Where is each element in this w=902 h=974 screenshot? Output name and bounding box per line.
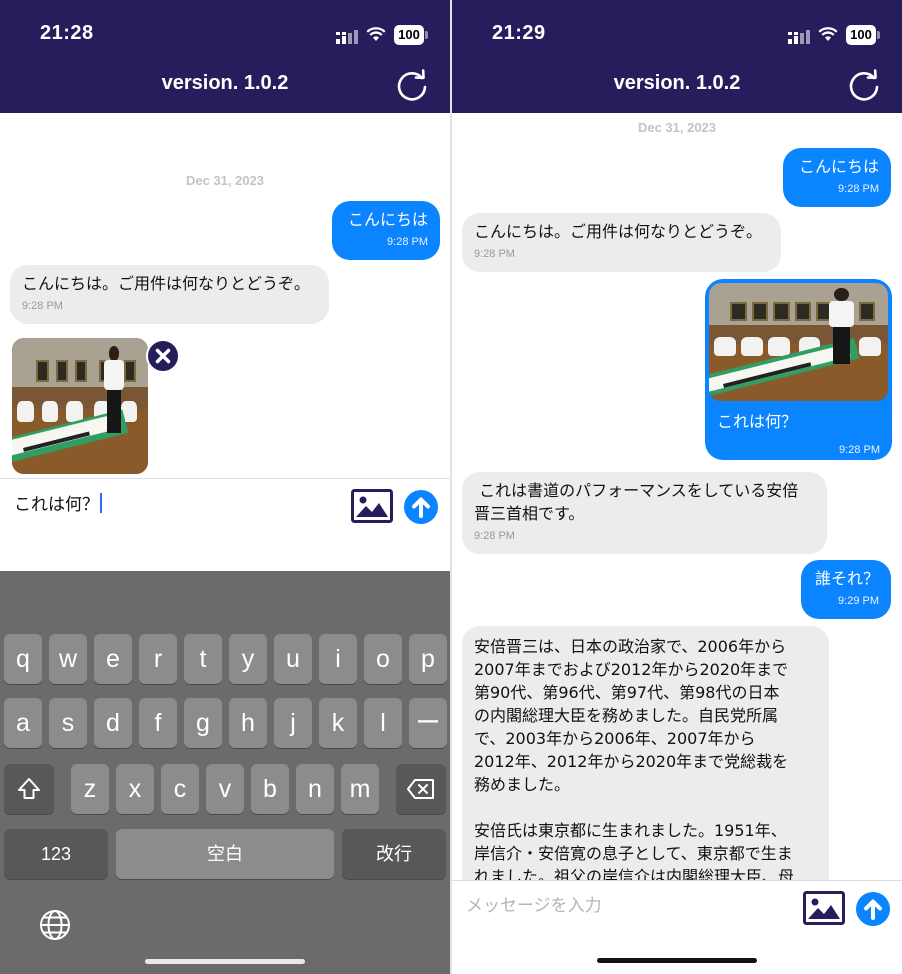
key-u[interactable]: u <box>274 634 312 684</box>
key-w[interactable]: w <box>49 634 87 684</box>
app-title: version. 1.0.2 <box>613 72 741 94</box>
message-text: 誰それ？ <box>814 569 879 588</box>
home-indicator <box>597 958 757 963</box>
remove-attachment-button[interactable] <box>146 339 180 373</box>
battery-level: 100 <box>846 25 876 45</box>
send-button[interactable] <box>856 892 890 926</box>
battery-tip <box>425 31 428 39</box>
key-t[interactable]: t <box>184 634 222 684</box>
app-title: version. 1.0.2 <box>161 72 289 94</box>
date-separator: Dec 31, 2023 <box>637 120 717 135</box>
key-a[interactable]: a <box>4 698 42 748</box>
keyboard: q w e r t y u i o p a s d f g h j k l ー … <box>0 571 450 974</box>
key-z[interactable]: z <box>71 764 109 814</box>
message-time: 9:28 PM <box>474 248 515 260</box>
globe-icon[interactable] <box>38 908 72 942</box>
sent-message-bubble: 誰それ？ 9:29 PM <box>801 560 891 619</box>
sent-image[interactable] <box>709 283 888 401</box>
key-long-vowel[interactable]: ー <box>409 698 447 748</box>
app-header: 21:29 100 version. 1.0.2 <box>452 0 902 113</box>
backspace-icon <box>407 779 434 799</box>
key-m[interactable]: m <box>341 764 379 814</box>
message-text: こんにちは。ご用件は何なりとどうぞ。 <box>474 222 763 241</box>
key-q[interactable]: q <box>4 634 42 684</box>
message-text: こんにちは。ご用件は何なりとどうぞ。 <box>22 274 311 293</box>
received-message-bubble: これは書道のパフォーマンスをしている安倍 晋三首相です。 9:28 PM <box>462 472 827 554</box>
key-d[interactable]: d <box>94 698 132 748</box>
message-time: 9:28 PM <box>839 444 880 456</box>
battery-indicator: 100 <box>846 25 880 45</box>
key-j[interactable]: j <box>274 698 312 748</box>
key-g[interactable]: g <box>184 698 222 748</box>
close-icon <box>155 348 171 364</box>
status-time: 21:28 <box>40 22 94 44</box>
numbers-key[interactable]: 123 <box>4 829 108 879</box>
key-b[interactable]: b <box>251 764 289 814</box>
wifi-icon <box>366 27 386 41</box>
wifi-icon <box>818 27 838 41</box>
key-c[interactable]: c <box>161 764 199 814</box>
message-input-value: これは何？ <box>14 495 99 515</box>
shift-key[interactable] <box>4 764 54 814</box>
cellular-signal-icon <box>788 30 810 44</box>
key-e[interactable]: e <box>94 634 132 684</box>
key-h[interactable]: h <box>229 698 267 748</box>
key-n[interactable]: n <box>296 764 334 814</box>
send-button[interactable] <box>404 490 438 524</box>
home-indicator <box>145 959 305 964</box>
image-picker-icon[interactable] <box>803 891 845 925</box>
key-o[interactable]: o <box>364 634 402 684</box>
message-time: 9:28 PM <box>22 300 63 312</box>
message-time: 9:29 PM <box>838 595 879 607</box>
message-text: これは書道のパフォーマンスをしている安倍 晋三首相です。 <box>474 481 799 523</box>
arrow-up-icon <box>864 899 882 920</box>
message-text: こんにちは <box>347 210 428 229</box>
message-input[interactable]: これは何？ <box>14 490 102 515</box>
message-time: 9:28 PM <box>474 530 515 542</box>
delete-key[interactable] <box>396 764 446 814</box>
left-screen: 21:28 100 version. 1.0.2 Dec 31, 2023 こん… <box>0 0 450 974</box>
message-time: 9:28 PM <box>838 183 879 195</box>
date-separator: Dec 31, 2023 <box>185 173 265 188</box>
sent-image-message-bubble: これは何？ 9:28 PM <box>705 279 892 460</box>
message-time: 9:28 PM <box>387 236 428 248</box>
arrow-up-icon <box>412 497 430 518</box>
key-i[interactable]: i <box>319 634 357 684</box>
return-key[interactable]: 改行 <box>342 829 446 879</box>
text-caret <box>100 493 102 513</box>
key-l[interactable]: l <box>364 698 402 748</box>
key-f[interactable]: f <box>139 698 177 748</box>
key-s[interactable]: s <box>49 698 87 748</box>
received-message-bubble: こんにちは。ご用件は何なりとどうぞ。 9:28 PM <box>10 265 329 324</box>
key-x[interactable]: x <box>116 764 154 814</box>
key-r[interactable]: r <box>139 634 177 684</box>
refresh-icon[interactable] <box>846 68 882 104</box>
message-text: こんにちは <box>798 157 879 176</box>
image-picker-icon[interactable] <box>351 489 393 523</box>
space-key[interactable]: 空白 <box>116 829 334 879</box>
battery-level: 100 <box>394 25 424 45</box>
battery-indicator: 100 <box>394 25 428 45</box>
sent-message-bubble: こんにちは 9:28 PM <box>332 201 440 260</box>
key-p[interactable]: p <box>409 634 447 684</box>
key-v[interactable]: v <box>206 764 244 814</box>
received-message-bubble: こんにちは。ご用件は何なりとどうぞ。 9:28 PM <box>462 213 781 272</box>
sent-message-bubble: こんにちは 9:28 PM <box>783 148 891 207</box>
message-input-bar: これは何？ <box>0 478 450 571</box>
message-input-bar: メッセージを入力 <box>452 880 902 974</box>
cellular-signal-icon <box>336 30 358 44</box>
key-y[interactable]: y <box>229 634 267 684</box>
right-screen: 21:29 100 version. 1.0.2 Dec 31, 2023 こん… <box>452 0 902 974</box>
shift-icon <box>18 778 40 799</box>
attachment-preview-image <box>12 338 148 474</box>
status-time: 21:29 <box>492 22 546 44</box>
message-input[interactable]: メッセージを入力 <box>466 891 602 916</box>
message-text: 安倍晋三は、日本の政治家で、2006年から 2007年までおよび2012年から2… <box>474 637 795 886</box>
message-text: これは何？ <box>717 412 798 431</box>
key-k[interactable]: k <box>319 698 357 748</box>
battery-tip <box>877 31 880 39</box>
refresh-icon[interactable] <box>394 68 430 104</box>
app-header: 21:28 100 version. 1.0.2 <box>0 0 450 113</box>
